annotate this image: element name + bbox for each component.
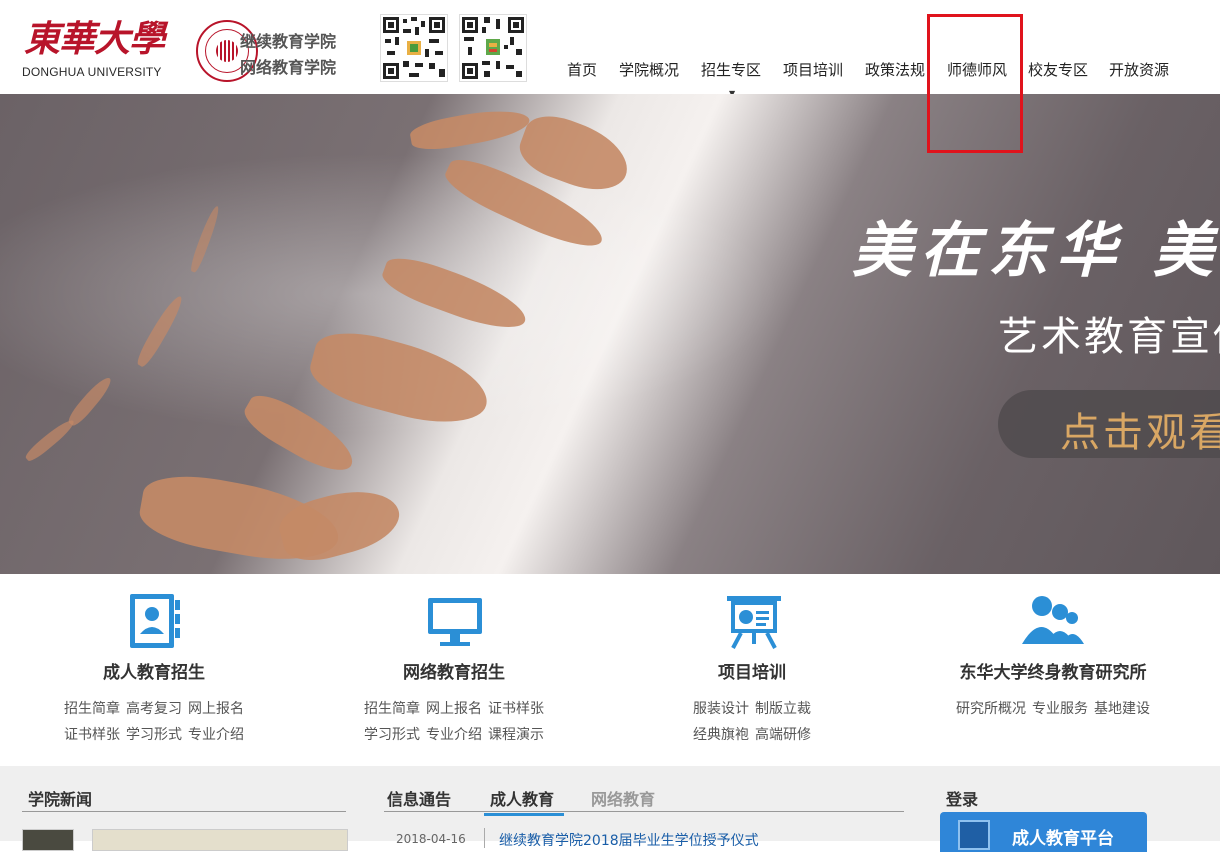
nav-item-admissions-label: 招生专区 [701, 61, 762, 79]
link-major-intro[interactable]: 专业介绍 [188, 727, 244, 743]
link-admissions-guide[interactable]: 招生简章 [364, 701, 420, 717]
user-card-icon [958, 820, 990, 850]
link-online-registration[interactable]: 网上报名 [426, 701, 482, 717]
link-course-demo[interactable]: 课程演示 [488, 727, 544, 743]
feature-title[interactable]: 网络教育招生 [304, 658, 604, 683]
presentation-board-icon[interactable] [719, 592, 789, 652]
adult-education-platform-button[interactable]: 成人教育平台 [940, 812, 1147, 852]
divider [22, 811, 346, 812]
feature-links: 研究所概况 专业服务 基地建设 [903, 696, 1203, 722]
notice-link[interactable]: 继续教育学院2018届毕业生学位授予仪式 [499, 830, 759, 850]
feature-title[interactable]: 成人教育招生 [4, 658, 304, 683]
nav-item-open-resources[interactable]: 开放资源 [1109, 56, 1169, 84]
qr-code-icon [459, 14, 527, 82]
link-pattern-draping[interactable]: 制版立裁 [755, 701, 811, 717]
college-name: 继续教育学院 网络教育学院 [240, 29, 336, 81]
link-fashion-design[interactable]: 服装设计 [693, 701, 749, 717]
feature-title[interactable]: 东华大学终身教育研究所 [903, 658, 1203, 683]
nav-item-alumni[interactable]: 校友专区 [1028, 56, 1088, 84]
feature-title[interactable]: 项目培训 [602, 658, 902, 683]
link-professional-services[interactable]: 专业服务 [1032, 701, 1088, 717]
feature-online-education: 网络教育招生 招生简章 网上报名 证书样张 学习形式 专业介绍 课程演示 [304, 574, 604, 766]
feature-links: 招生简章 高考复习 网上报名 证书样张 学习形式 专业介绍 [4, 696, 304, 748]
link-admissions-guide[interactable]: 招生简章 [64, 701, 120, 717]
feature-links: 服装设计 制版立裁 经典旗袍 高端研修 [602, 696, 902, 748]
link-base-construction[interactable]: 基地建设 [1094, 701, 1150, 717]
feature-links: 招生简章 网上报名 证书样张 学习形式 专业介绍 课程演示 [304, 696, 604, 748]
nav-item-about[interactable]: 学院概况 [619, 56, 679, 84]
users-group-icon[interactable] [1018, 592, 1088, 652]
link-classic-qipao[interactable]: 经典旗袍 [693, 727, 749, 743]
logo-english-name: DONGHUA UNIVERSITY [22, 65, 162, 79]
content-section: 学院新闻 信息通告 成人教育 网络教育 2018-04-16 继续教育学院201… [0, 766, 1220, 852]
feature-project-training: 项目培训 服装设计 制版立裁 经典旗袍 高端研修 [602, 574, 902, 766]
link-study-mode[interactable]: 学习形式 [364, 727, 420, 743]
watch-video-button-label: 点击观看 [1060, 410, 1220, 456]
link-study-mode[interactable]: 学习形式 [126, 727, 182, 743]
tab-online-education[interactable]: 网络教育 [591, 786, 655, 810]
feature-adult-education: 成人教育招生 招生简章 高考复习 网上报名 证书样张 学习形式 专业介绍 [4, 574, 304, 766]
watch-video-button[interactable]: 点击观看 [998, 390, 1220, 458]
feature-lifelong-education-institute: 东华大学终身教育研究所 研究所概况 专业服务 基地建设 [903, 574, 1203, 766]
monitor-icon[interactable] [420, 592, 490, 652]
nav-item-home[interactable]: 首页 [567, 56, 597, 84]
link-certificate-sample[interactable]: 证书样张 [64, 727, 120, 743]
feature-blocks: 成人教育招生 招生简章 高考复习 网上报名 证书样张 学习形式 专业介绍 网络教育招生 … [0, 574, 1220, 766]
qr-code-icon [380, 14, 448, 82]
banner-calligraphy-title: 美在东华 美 [852, 216, 1220, 286]
news-thumbnail[interactable] [22, 829, 74, 851]
hero-banner[interactable]: 美在东华 美 艺术教育宣传 点击观看 [0, 94, 1220, 574]
nav-item-policies[interactable]: 政策法规 [865, 56, 925, 84]
notice-date: 2018-04-16 [396, 832, 466, 846]
college-name-continuing-education: 继续教育学院 [240, 32, 337, 51]
college-news-heading[interactable]: 学院新闻 [28, 786, 92, 810]
link-online-registration[interactable]: 网上报名 [188, 701, 244, 717]
site-header: 東華大學 DONGHUA UNIVERSITY 继续教育学院 网络教育学院 首页… [0, 0, 1220, 98]
adult-education-platform-label: 成人教育平台 [1012, 829, 1114, 849]
nav-item-admissions[interactable]: 招生专区 ▼ [701, 56, 762, 98]
divider [384, 811, 904, 812]
tab-notices[interactable]: 信息通告 [387, 786, 451, 810]
link-major-intro[interactable]: 专业介绍 [426, 727, 482, 743]
link-institute-overview[interactable]: 研究所概况 [956, 701, 1026, 717]
link-advanced-study[interactable]: 高端研修 [755, 727, 811, 743]
tab-adult-education[interactable]: 成人教育 [490, 786, 554, 810]
highlight-annotation-box [927, 14, 1023, 153]
link-exam-review[interactable]: 高考复习 [126, 701, 182, 717]
news-image[interactable] [92, 829, 348, 851]
university-logo[interactable]: 東華大學 DONGHUA UNIVERSITY [22, 18, 258, 82]
login-heading: 登录 [946, 790, 979, 809]
banner-subtitle: 艺术教育宣传 [998, 314, 1220, 360]
nav-item-training[interactable]: 项目培训 [783, 56, 843, 84]
divider [484, 828, 485, 848]
college-name-online-education: 网络教育学院 [240, 58, 337, 77]
active-tab-indicator [484, 813, 564, 816]
link-certificate-sample[interactable]: 证书样张 [488, 701, 544, 717]
logo-chinese-name: 東華大學 [24, 18, 165, 60]
contact-book-icon[interactable] [120, 592, 190, 652]
